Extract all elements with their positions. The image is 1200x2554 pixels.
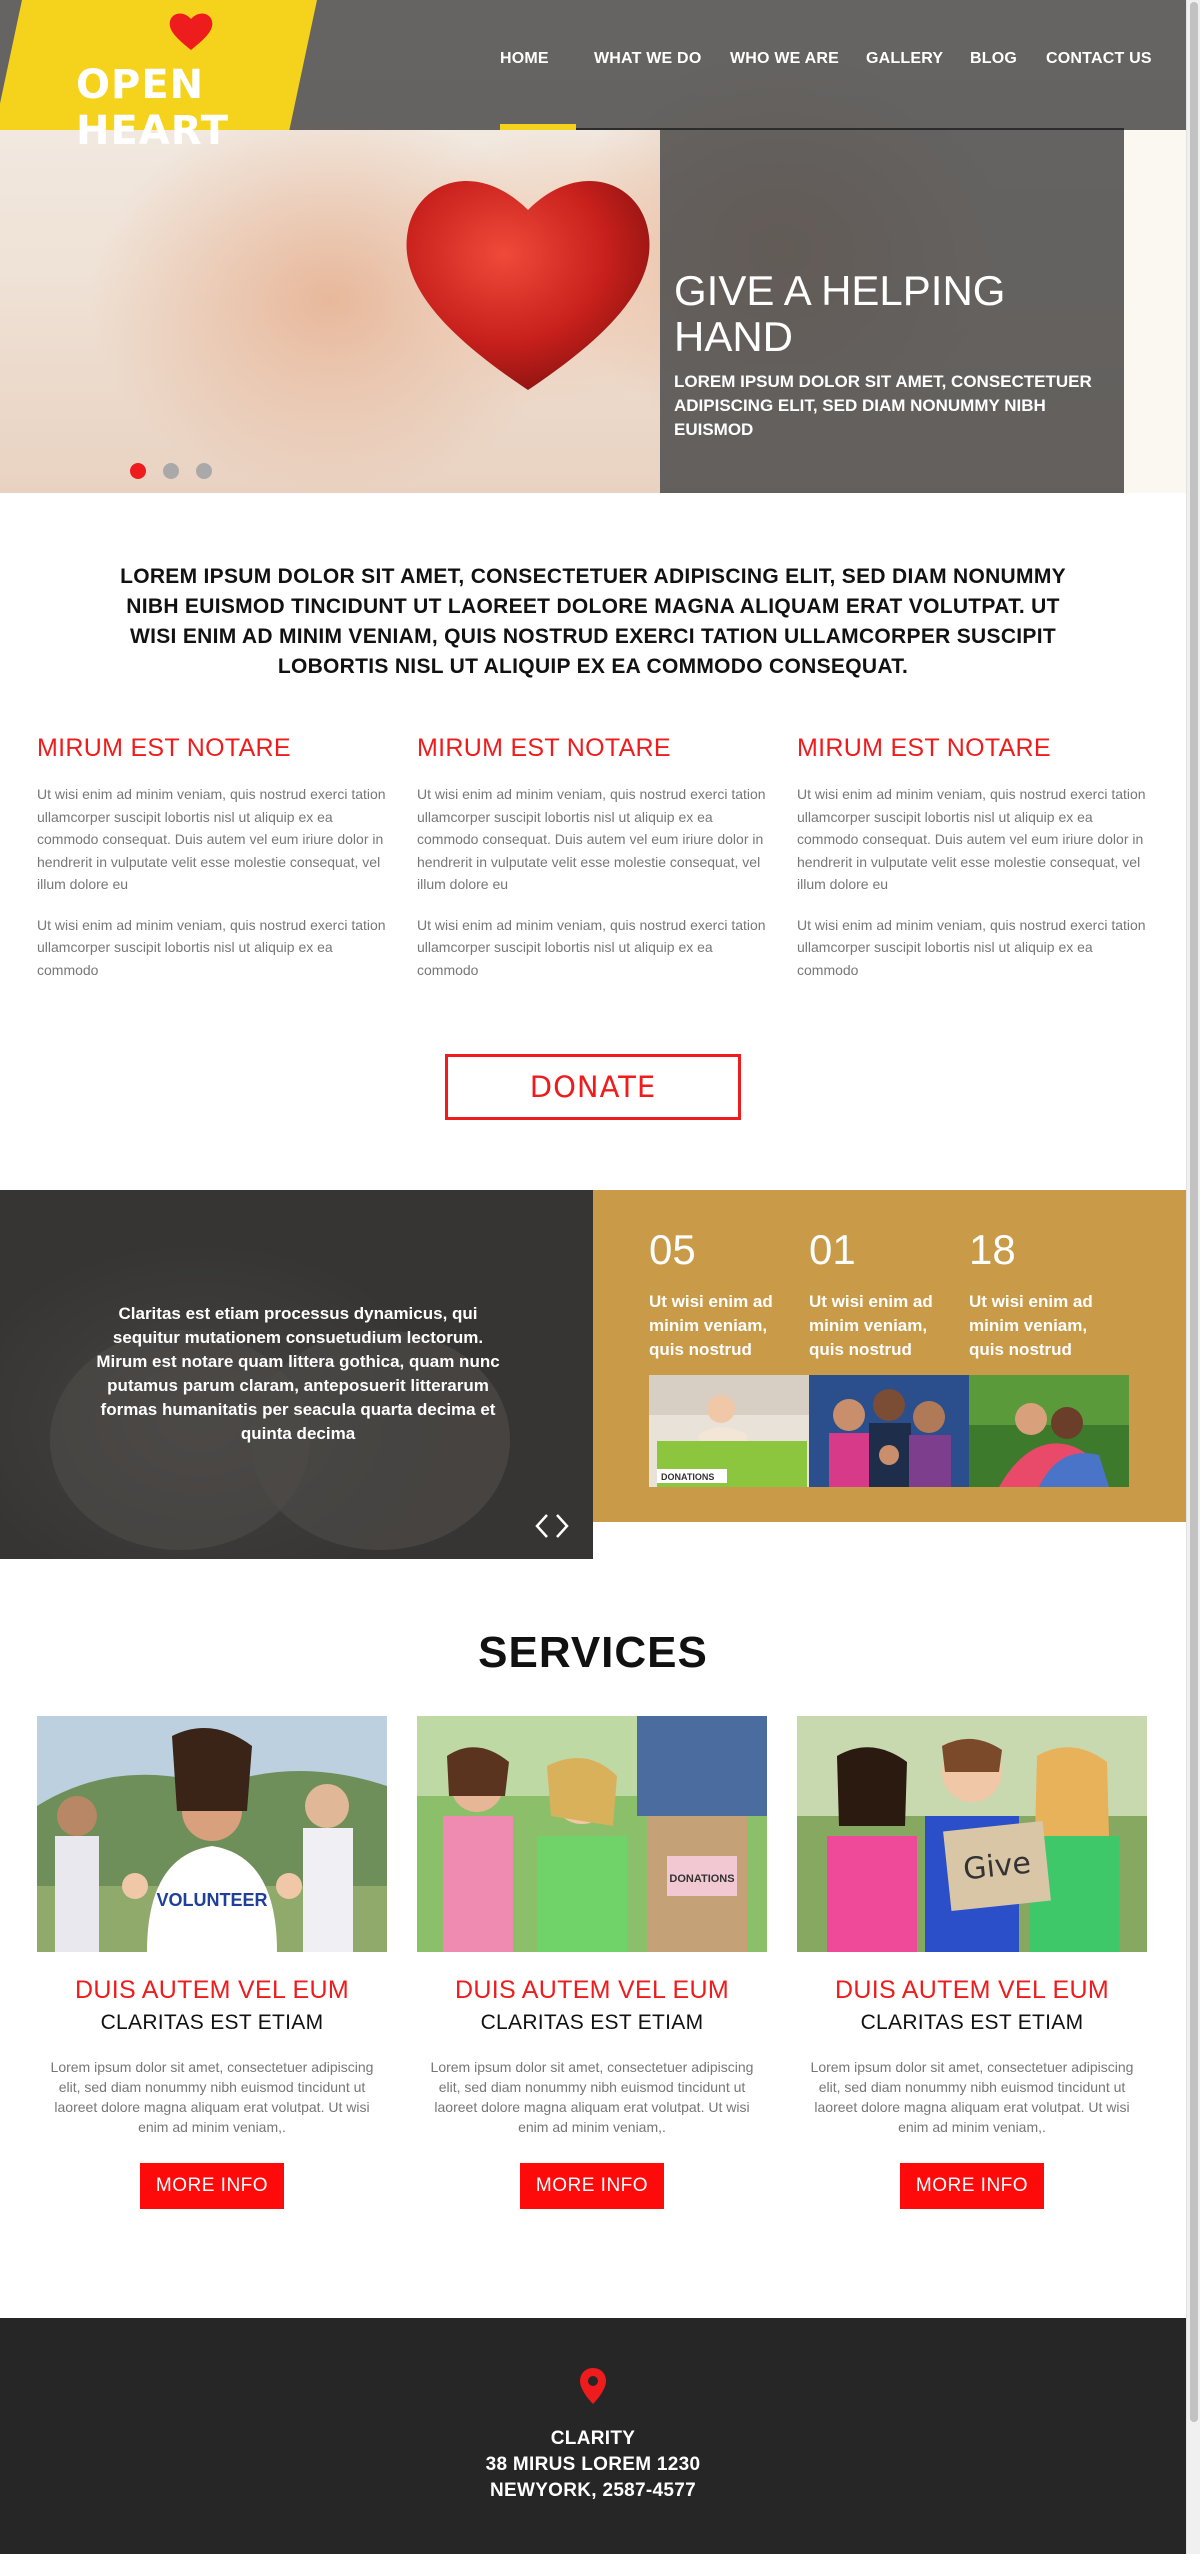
feature-title: MIRUM EST NOTARE [37, 734, 291, 762]
feature-paragraph: Ut wisi enim ad minim veniam, quis nostr… [417, 786, 766, 892]
stat-number: 05 [649, 1226, 696, 1273]
stat-item-3: 18 Ut wisi enim ad minim veniam, quis no… [969, 1226, 1119, 1362]
page: OPEN HEART HOME WHAT WE DO WHO WE ARE GA… [0, 0, 1186, 2554]
testimonial-quote: Claritas est etiam processus dynamicus, … [96, 1304, 500, 1443]
hero-title: GIVE A HELPING HAND [674, 267, 1006, 360]
hero-subtitle: LOREM IPSUM DOLOR SIT AMET, CONSECTETUER… [674, 372, 1092, 439]
chevron-right-icon[interactable] [553, 1512, 571, 1540]
services-title: SERVICES [478, 1628, 708, 1677]
service-text: Lorem ipsum dolor sit amet, consectetuer… [810, 2059, 1134, 2135]
intro-text: LOREM IPSUM DOLOR SIT AMET, CONSECTETUER… [120, 565, 1066, 678]
more-info-button[interactable]: MORE INFO [520, 2163, 664, 2209]
footer-city-phone: NEWYORK, 2587-4577 [489, 2480, 697, 2501]
footer: CLARITY 38 MIRUS LOREM 1230 NEWYORK, 258… [0, 2318, 1186, 2554]
logo-text: OPEN HEART [76, 62, 230, 154]
feature-column-1: MIRUM EST NOTARE Ut wisi enim ad minim v… [37, 734, 387, 999]
feature-paragraph: Ut wisi enim ad minim veniam, quis nostr… [37, 916, 386, 978]
testimonial-arrows [533, 1512, 573, 1540]
footer-address: 38 MIRUS LOREM 1230 [485, 2454, 701, 2475]
more-info-button[interactable]: MORE INFO [900, 2163, 1044, 2209]
feature-title: MIRUM EST NOTARE [417, 734, 671, 762]
service-text: Lorem ipsum dolor sit amet, consectetuer… [430, 2059, 754, 2135]
feature-title: MIRUM EST NOTARE [797, 734, 1051, 762]
service-title: DUIS AUTEM VEL EUM [455, 1976, 729, 2004]
give-sign-label: Give [962, 1846, 1033, 1888]
nav-item-contact-us[interactable]: CONTACT US [1046, 50, 1152, 68]
stat-item-1: 05 Ut wisi enim ad minim veniam, quis no… [649, 1226, 799, 1362]
service-subtitle: CLARITAS EST ETIAM [860, 2011, 1084, 2034]
donations-label: DONATIONS [661, 1472, 714, 1482]
stat-text: Ut wisi enim ad minim veniam, quis nostr… [649, 1292, 773, 1359]
stat-image-hug [969, 1375, 1129, 1487]
feature-paragraph: Ut wisi enim ad minim veniam, quis nostr… [797, 916, 1146, 978]
stat-item-2: 01 Ut wisi enim ad minim veniam, quis no… [809, 1226, 959, 1362]
stat-image-donations: DONATIONS [649, 1375, 809, 1487]
chevron-left-icon[interactable] [533, 1512, 551, 1540]
stat-image-family [809, 1375, 969, 1487]
service-card-3: Give DUIS AUTEM VEL EUM CLARITAS EST ETI… [797, 1716, 1147, 2209]
service-card-1: VOLUNTEER DUIS AUTEM VEL EUM CLARITAS ES… [37, 1716, 387, 2209]
service-image-donations: DONATIONS [417, 1716, 767, 1952]
donate-button[interactable]: DONATE [445, 1054, 741, 1120]
hero-banner: OPEN HEART HOME WHAT WE DO WHO WE ARE GA… [0, 0, 1186, 493]
slider-dot-3[interactable] [196, 463, 212, 479]
scrollbar-thumb[interactable] [1190, 2, 1198, 2422]
logo[interactable]: OPEN HEART [22, 0, 322, 154]
slider-dot-1[interactable] [130, 463, 146, 479]
service-card-2: DONATIONS DUIS AUTEM VEL EUM CLARITAS ES… [417, 1716, 767, 2209]
slider-dots [130, 463, 230, 479]
volunteer-label: VOLUNTEER [156, 1890, 267, 1910]
feature-paragraph: Ut wisi enim ad minim veniam, quis nostr… [797, 786, 1146, 892]
service-text: Lorem ipsum dolor sit amet, consectetuer… [50, 2059, 374, 2135]
feature-paragraph: Ut wisi enim ad minim veniam, quis nostr… [37, 786, 386, 892]
page-scrollbar[interactable] [1186, 0, 1200, 2554]
service-title: DUIS AUTEM VEL EUM [75, 1976, 349, 2004]
glitter-heart-image [406, 181, 650, 390]
main-nav: HOME WHAT WE DO WHO WE ARE GALLERY BLOG … [486, 50, 1186, 80]
service-subtitle: CLARITAS EST ETIAM [100, 2011, 324, 2034]
testimonial-section: Claritas est etiam processus dynamicus, … [0, 1190, 593, 1559]
heart-icon [169, 13, 213, 50]
nav-item-blog[interactable]: BLOG [970, 50, 1017, 68]
stats-section: 05 Ut wisi enim ad minim veniam, quis no… [593, 1190, 1186, 1522]
service-image-volunteer: VOLUNTEER [37, 1716, 387, 1952]
nav-item-gallery[interactable]: GALLERY [866, 50, 943, 68]
donations-sign-label: DONATIONS [669, 1873, 734, 1885]
hero-right-strip [1124, 130, 1186, 493]
feature-column-3: MIRUM EST NOTARE Ut wisi enim ad minim v… [797, 734, 1147, 999]
nav-item-who-we-are[interactable]: WHO WE ARE [730, 50, 839, 68]
map-pin-icon [580, 2368, 606, 2404]
stat-text: Ut wisi enim ad minim veniam, quis nostr… [809, 1292, 933, 1359]
feature-column-2: MIRUM EST NOTARE Ut wisi enim ad minim v… [417, 734, 767, 999]
stat-number: 18 [969, 1226, 1016, 1273]
footer-company: CLARITY [550, 2428, 636, 2449]
nav-item-what-we-do[interactable]: WHAT WE DO [594, 50, 701, 68]
service-subtitle: CLARITAS EST ETIAM [480, 2011, 704, 2034]
more-info-button[interactable]: MORE INFO [140, 2163, 284, 2209]
nav-underline [576, 128, 1124, 130]
stat-number: 01 [809, 1226, 856, 1273]
slider-dot-2[interactable] [163, 463, 179, 479]
service-title: DUIS AUTEM VEL EUM [835, 1976, 1109, 2004]
nav-item-home[interactable]: HOME [500, 50, 549, 68]
service-image-give: Give [797, 1716, 1147, 1952]
stat-text: Ut wisi enim ad minim veniam, quis nostr… [969, 1292, 1093, 1359]
feature-paragraph: Ut wisi enim ad minim veniam, quis nostr… [417, 916, 766, 978]
nav-active-indicator [500, 124, 576, 130]
